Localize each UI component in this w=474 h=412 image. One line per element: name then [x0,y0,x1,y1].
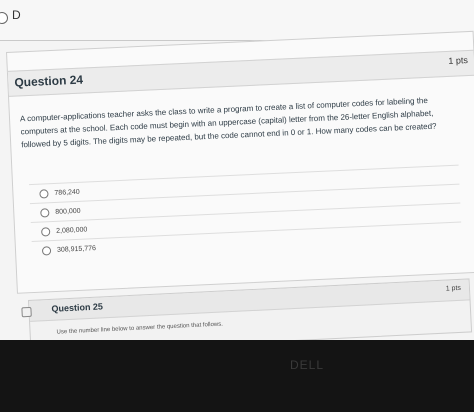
question-24-title: Question 24 [14,72,84,90]
answer-radio[interactable] [41,245,52,256]
monitor-bezel: DELL [0,340,474,412]
question-24-header: Question 24 1 pts [7,49,474,97]
answer-list: 786,240 800,000 2,080,000 308,915,776 [29,164,463,261]
monitor-brand-logo: DELL [290,358,325,372]
answer-label: 308,915,776 [56,244,97,254]
flag-question-icon[interactable] [21,306,32,318]
previous-answer-label: D [12,8,21,22]
question-24-text: A computer-applications teacher asks the… [19,95,437,150]
question-25-title: Question 25 [51,301,104,314]
answer-radio[interactable] [40,226,51,237]
quiz-screen: D Question 24 1 pts A computer-applicati… [0,0,474,370]
answer-label: 800,000 [55,207,81,216]
previous-answer-radio[interactable] [0,12,8,24]
answer-label: 2,080,000 [56,225,88,235]
question-25-points: 1 pts [445,284,462,293]
photo-frame: D Question 24 1 pts A computer-applicati… [0,0,474,412]
question-24-card: Question 24 1 pts A computer-application… [6,30,474,294]
question-25-text: Use the number line below to answer the … [56,321,224,336]
answer-radio[interactable] [40,207,50,218]
question-24-points: 1 pts [448,55,469,66]
answer-radio[interactable] [39,188,49,199]
answer-label: 786,240 [54,188,80,197]
